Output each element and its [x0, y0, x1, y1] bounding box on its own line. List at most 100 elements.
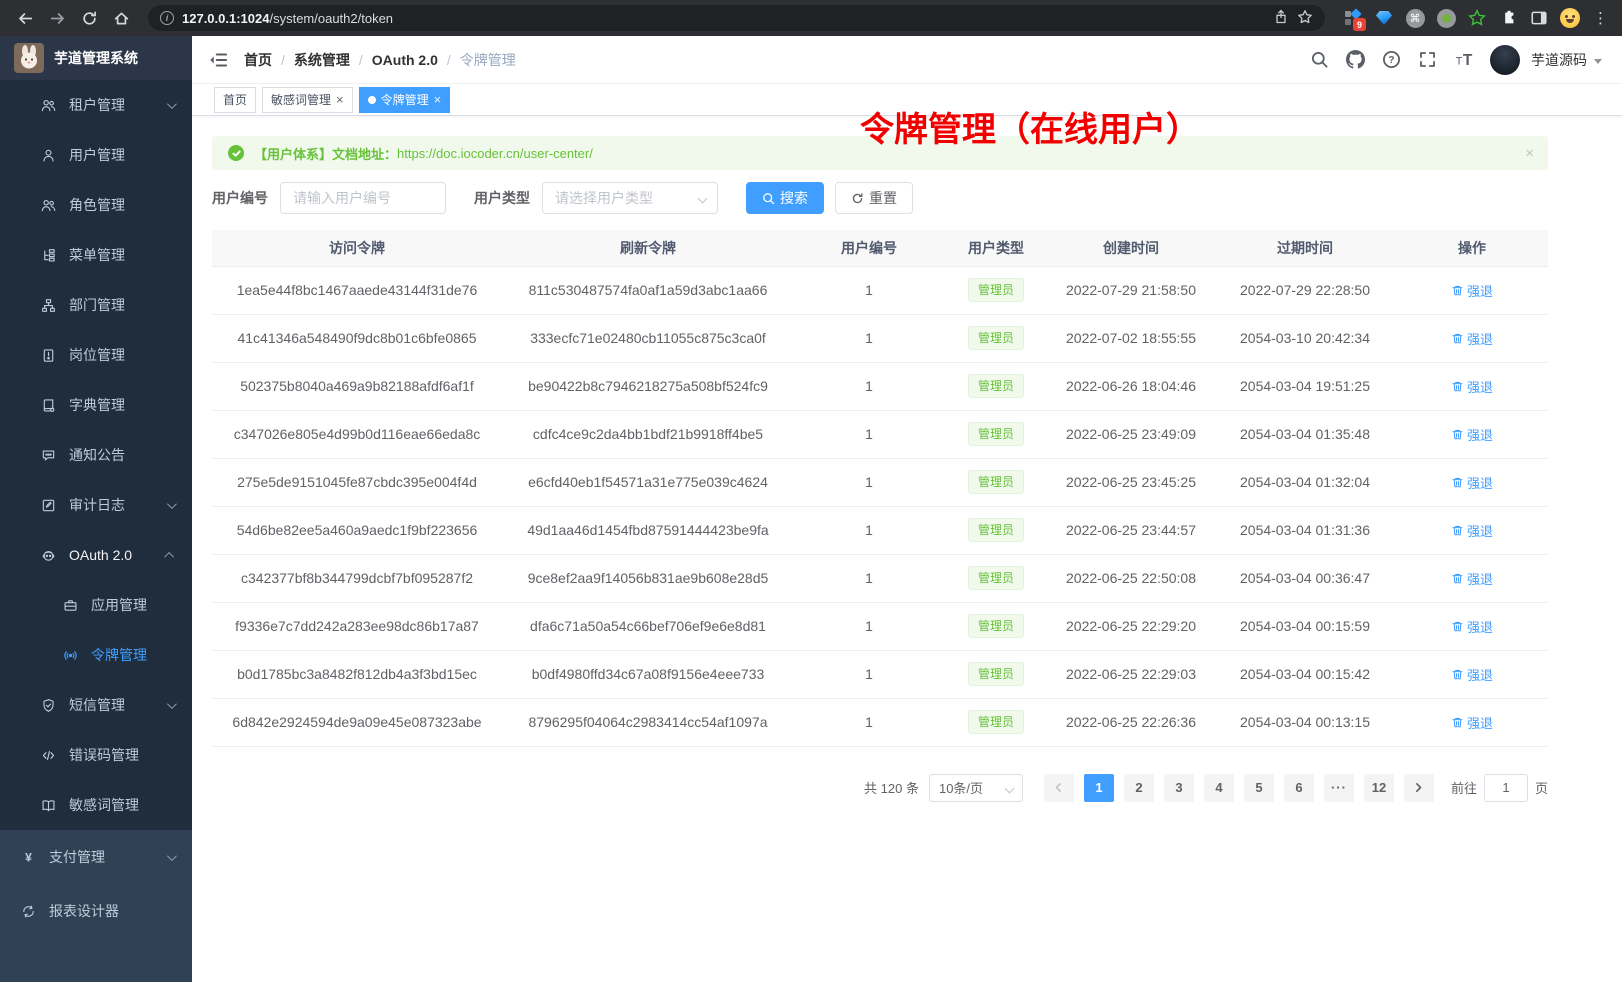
- sidebar-item-oauth2[interactable]: OAuth 2.0: [0, 530, 192, 580]
- page-button-6[interactable]: 6: [1284, 774, 1314, 802]
- page-button-2[interactable]: 2: [1124, 774, 1154, 802]
- tab-manager-extension-icon[interactable]: 9: [1343, 8, 1363, 28]
- force-logout-button[interactable]: 强退: [1451, 473, 1493, 492]
- fullscreen-icon[interactable]: [1418, 50, 1437, 69]
- command-extension-icon[interactable]: ⌘: [1405, 8, 1425, 28]
- sidebar-item-post[interactable]: 岗位管理: [0, 330, 192, 380]
- force-logout-button[interactable]: 强退: [1451, 713, 1493, 732]
- breadcrumb-item[interactable]: OAuth 2.0: [372, 52, 438, 68]
- sidebar-item-department[interactable]: 部门管理: [0, 280, 192, 330]
- force-logout-button[interactable]: 强退: [1451, 281, 1493, 300]
- tag-敏感词管理[interactable]: 敏感词管理×: [262, 87, 353, 113]
- delete-icon: [1451, 668, 1464, 681]
- logo-rabbit-image: [14, 43, 44, 73]
- page-unit-label: 页: [1535, 778, 1548, 797]
- user-type-select[interactable]: 请选择用户类型: [542, 182, 718, 214]
- force-logout-button[interactable]: 强退: [1451, 329, 1493, 348]
- extensions-puzzle-icon[interactable]: [1498, 8, 1518, 28]
- expire-time-cell: 2054-03-04 01:32:04: [1214, 458, 1396, 506]
- force-logout-button[interactable]: 强退: [1451, 617, 1493, 636]
- access-token-cell: c342377bf8b344799dcbf7bf095287f2: [212, 554, 502, 602]
- page-button-4[interactable]: 4: [1204, 774, 1234, 802]
- help-icon[interactable]: ?: [1382, 50, 1401, 69]
- app-logo[interactable]: 芋道管理系统: [0, 36, 192, 80]
- home-icon[interactable]: [108, 5, 134, 31]
- profile-avatar[interactable]: [1560, 8, 1580, 28]
- tag-令牌管理[interactable]: 令牌管理×: [359, 87, 451, 113]
- breadcrumb-item[interactable]: 首页: [244, 50, 272, 70]
- created-time-cell: 2022-06-25 22:29:03: [1048, 650, 1214, 698]
- report-icon: [20, 903, 36, 919]
- tag-close-icon[interactable]: ×: [336, 93, 344, 106]
- goto-page-input[interactable]: [1484, 774, 1528, 802]
- pagination-ellipsis[interactable]: ···: [1324, 774, 1354, 802]
- user-id-cell: 1: [794, 458, 944, 506]
- sidebar-item-sensitive-word[interactable]: 敏感词管理: [0, 780, 192, 830]
- prev-page-button[interactable]: [1044, 774, 1074, 802]
- refresh-token-cell: 333ecfc71e02480cb11055c875c3ca0f: [502, 314, 794, 362]
- force-logout-button[interactable]: 强退: [1451, 521, 1493, 540]
- sidebar-item-user[interactable]: 用户管理: [0, 130, 192, 180]
- address-bar[interactable]: i 127.0.0.1:1024/system/oauth2/token: [148, 5, 1325, 31]
- open-book-icon: [40, 797, 56, 813]
- recorder-extension-icon[interactable]: [1436, 8, 1456, 28]
- user-type-badge: 管理员: [968, 662, 1024, 686]
- doc-link[interactable]: https://doc.iocoder.cn/user-center/: [397, 146, 593, 161]
- reload-icon[interactable]: [76, 5, 102, 31]
- star-extension-icon[interactable]: [1467, 8, 1487, 28]
- sidebar-item-sms[interactable]: 短信管理: [0, 680, 192, 730]
- page-button-3[interactable]: 3: [1164, 774, 1194, 802]
- sidebar-item-oauth2-app[interactable]: 应用管理: [0, 580, 192, 630]
- sidebar-item-oauth2-token[interactable]: 令牌管理: [0, 630, 192, 680]
- page-button-1[interactable]: 1: [1084, 774, 1114, 802]
- sidebar-item-role[interactable]: 角色管理: [0, 180, 192, 230]
- force-logout-button[interactable]: 强退: [1451, 665, 1493, 684]
- sidebar-item-report-designer[interactable]: 报表设计器: [0, 884, 192, 938]
- sidebar-item-dictionary[interactable]: 字典管理: [0, 380, 192, 430]
- back-icon[interactable]: [12, 5, 38, 31]
- reset-button[interactable]: 重置: [835, 182, 913, 214]
- browser-toolbar: i 127.0.0.1:1024/system/oauth2/token 9 ⌘…: [0, 0, 1622, 36]
- alert-close-icon[interactable]: ×: [1525, 145, 1534, 162]
- navbar-actions: ? TT 芋道源码: [1310, 45, 1602, 75]
- share-icon[interactable]: [1273, 9, 1289, 28]
- browser-menu-icon[interactable]: ⋮: [1591, 9, 1610, 27]
- collapse-sidebar-icon[interactable]: [208, 50, 228, 70]
- bookmark-star-icon[interactable]: [1297, 9, 1313, 28]
- site-info-icon[interactable]: i: [160, 11, 174, 25]
- tag-close-icon[interactable]: ×: [434, 93, 442, 106]
- force-logout-button[interactable]: 强退: [1451, 377, 1493, 396]
- sidebar-item-announcement[interactable]: 通知公告: [0, 430, 192, 480]
- search-icon[interactable]: [1310, 50, 1329, 69]
- sidebar-item-audit-log[interactable]: 审计日志: [0, 480, 192, 530]
- force-logout-button[interactable]: 强退: [1451, 425, 1493, 444]
- user-avatar[interactable]: [1490, 45, 1520, 75]
- sidebar-item-payment[interactable]: ¥支付管理: [0, 830, 192, 884]
- page-button-12[interactable]: 12: [1364, 774, 1394, 802]
- column-header: 刷新令牌: [502, 230, 794, 266]
- side-panel-icon[interactable]: [1529, 8, 1549, 28]
- sidebar-item-menu[interactable]: 菜单管理: [0, 230, 192, 280]
- sidebar-item-tenant[interactable]: 租户管理: [0, 80, 192, 130]
- next-page-button[interactable]: [1404, 774, 1434, 802]
- expire-time-cell: 2054-03-04 00:15:42: [1214, 650, 1396, 698]
- column-header: 访问令牌: [212, 230, 502, 266]
- search-button[interactable]: 搜索: [746, 182, 824, 214]
- user-id-cell: 1: [794, 506, 944, 554]
- tag-首页[interactable]: 首页: [214, 87, 256, 113]
- breadcrumb-item[interactable]: 系统管理: [294, 50, 350, 70]
- gem-extension-icon[interactable]: [1374, 8, 1394, 28]
- user-type-badge: 管理员: [968, 422, 1024, 446]
- forward-icon[interactable]: [44, 5, 70, 31]
- github-icon[interactable]: [1346, 50, 1365, 69]
- token-table: 访问令牌刷新令牌用户编号用户类型创建时间过期时间操作 1ea5e44f8bc14…: [212, 230, 1548, 747]
- pagination: 共 120 条 10条/页 123456···12 前往 页: [212, 774, 1548, 802]
- force-logout-button[interactable]: 强退: [1451, 569, 1493, 588]
- user-id-input[interactable]: [280, 182, 446, 214]
- font-size-icon[interactable]: TT: [1454, 50, 1473, 69]
- page-size-select[interactable]: 10条/页: [929, 774, 1023, 802]
- user-menu[interactable]: 芋道源码: [1531, 50, 1602, 70]
- expire-time-cell: 2054-03-10 20:42:34: [1214, 314, 1396, 362]
- page-button-5[interactable]: 5: [1244, 774, 1274, 802]
- sidebar-item-error-code[interactable]: 错误码管理: [0, 730, 192, 780]
